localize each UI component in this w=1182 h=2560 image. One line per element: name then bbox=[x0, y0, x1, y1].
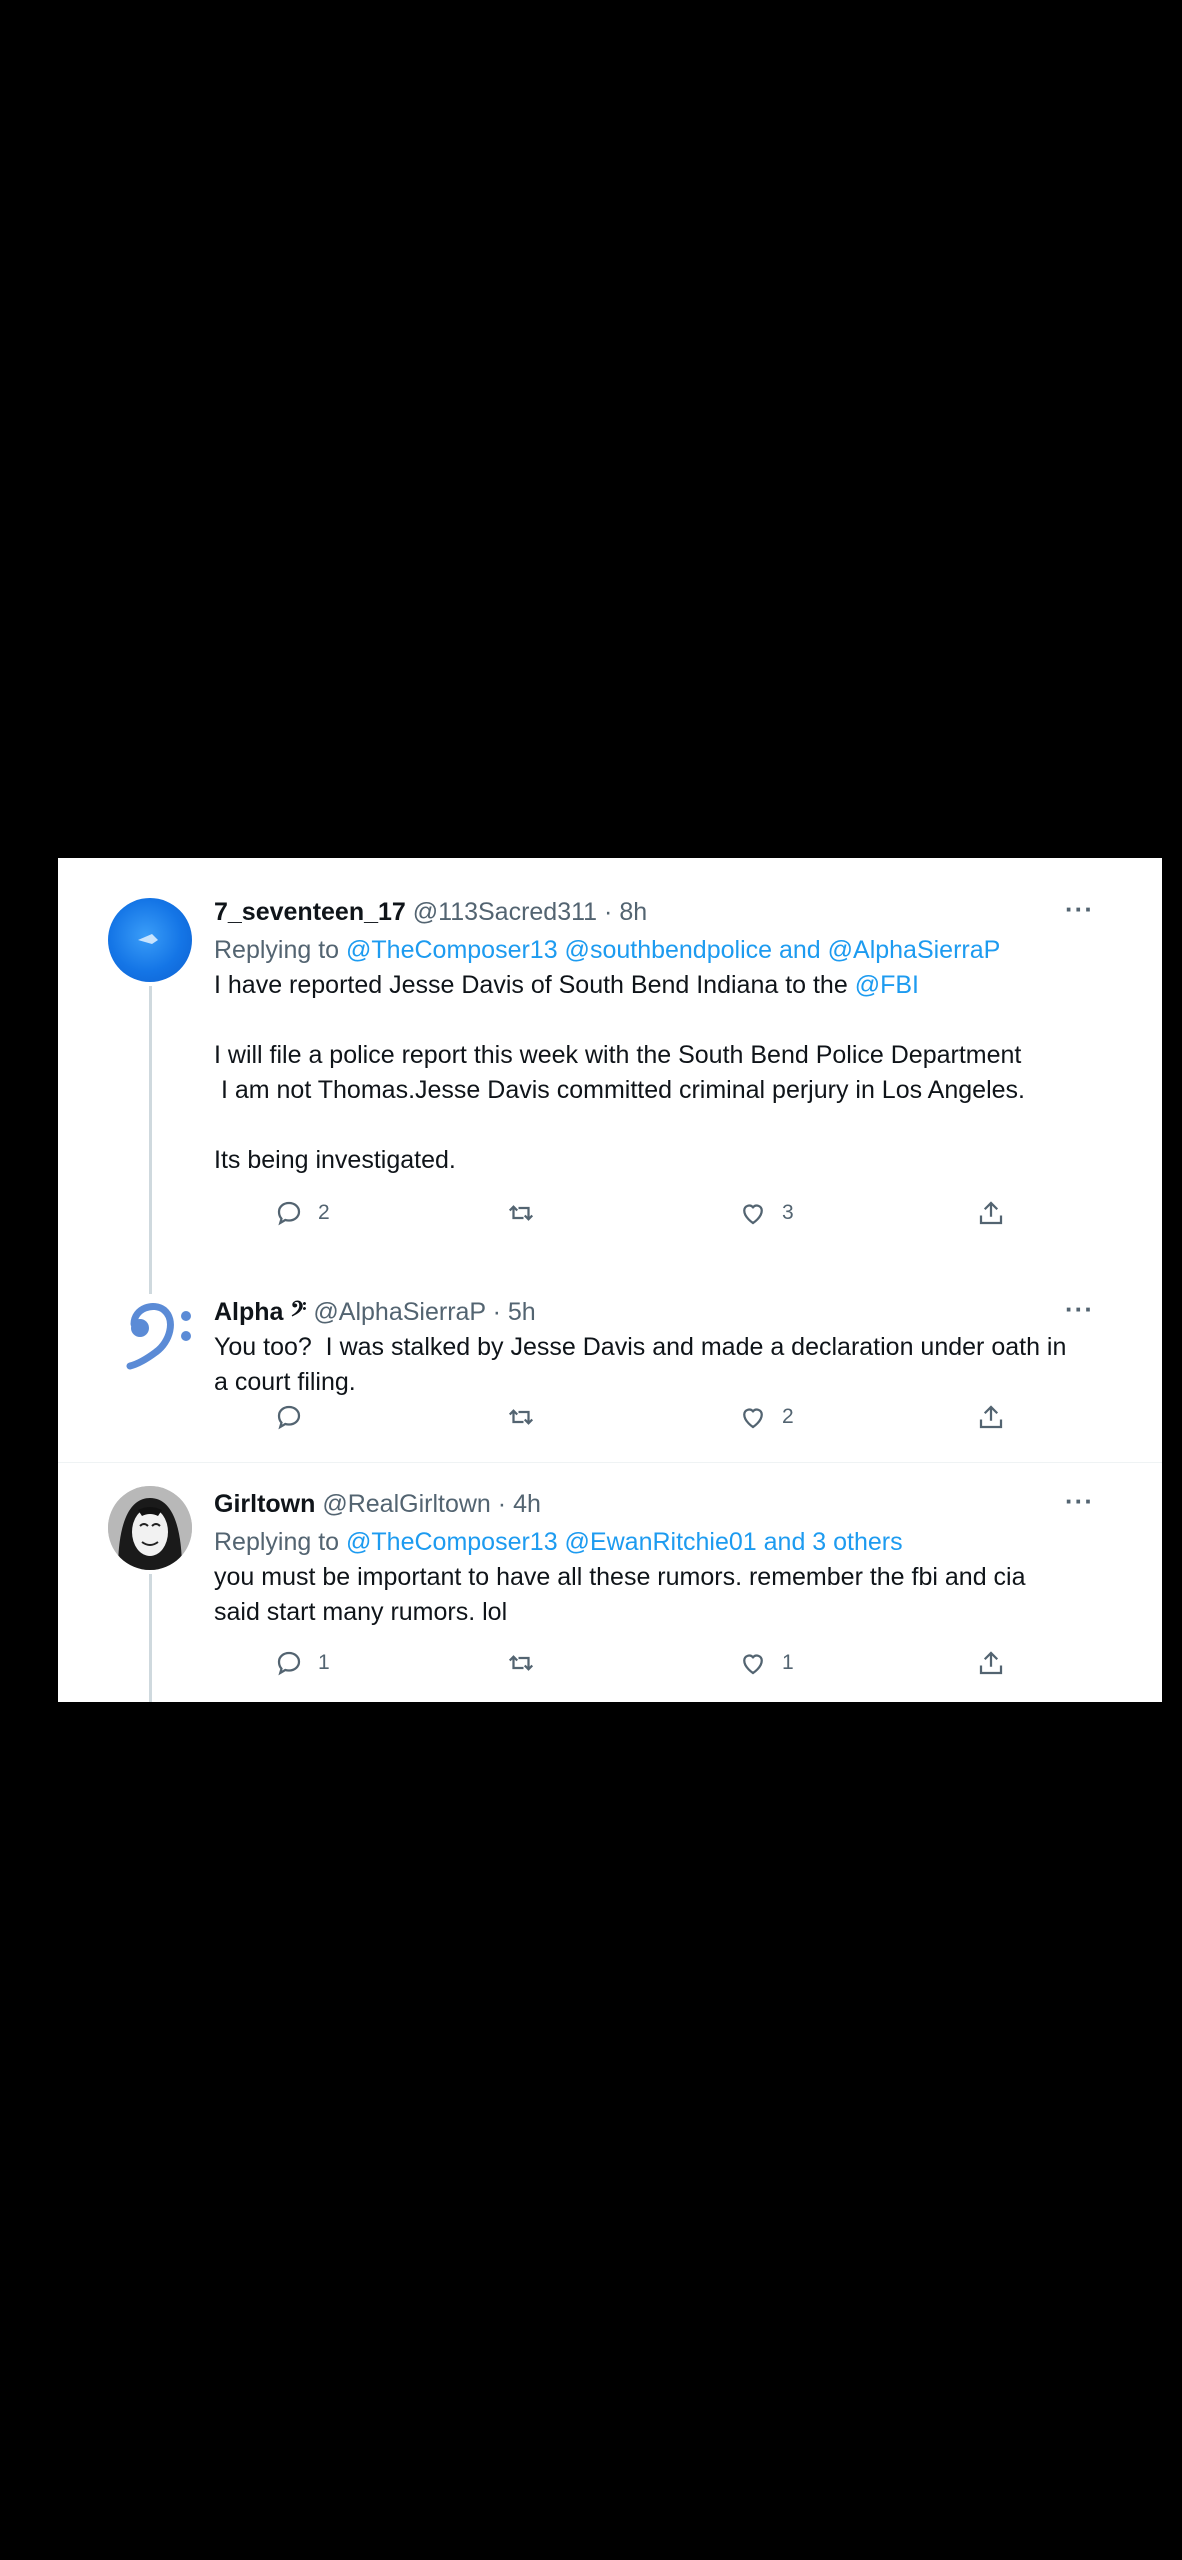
tweet-text-line: you must be important to have all these … bbox=[214, 1563, 1026, 1591]
retweet-button[interactable] bbox=[506, 1198, 550, 1228]
replying-prefix: Replying to bbox=[214, 936, 340, 964]
heart-icon bbox=[743, 1204, 763, 1225]
avatar[interactable] bbox=[116, 1294, 206, 1378]
replying-to-links[interactable]: @TheComposer13 @EwanRitchie01 and 3 othe… bbox=[346, 1528, 903, 1556]
like-button[interactable]: 1 bbox=[738, 1648, 794, 1678]
tweet-text: you must be important to have all these … bbox=[214, 1560, 1154, 1630]
handle[interactable]: @RealGirltown bbox=[322, 1490, 490, 1518]
tweet-thread-card: 7_seventeen_17 @113Sacred311 · 8h ··· Re… bbox=[58, 858, 1162, 1702]
separator: · bbox=[497, 1490, 507, 1518]
reply-icon bbox=[277, 1201, 301, 1226]
reply-icon bbox=[277, 1651, 301, 1676]
tweet-text-line: Its being investigated. bbox=[214, 1146, 456, 1174]
tweet-text-line: I will file a police report this week wi… bbox=[214, 1041, 1022, 1069]
more-options-icon[interactable]: ··· bbox=[1065, 1486, 1094, 1517]
separator: · bbox=[604, 898, 613, 926]
thread-line bbox=[149, 986, 152, 1316]
display-name[interactable]: 7_seventeen_17 bbox=[214, 898, 406, 926]
tweet-text-line: I have reported Jesse Davis of South Ben… bbox=[214, 968, 1154, 1003]
tweet-text-line: said start many rumors. lol bbox=[214, 1598, 508, 1626]
handle[interactable]: @AlphaSierraP bbox=[313, 1298, 485, 1326]
more-options-icon[interactable]: ··· bbox=[1065, 1294, 1094, 1325]
like-count: 2 bbox=[782, 1405, 794, 1428]
tweet-header: Alpha 𝄢 @AlphaSierraP · 5h bbox=[214, 1298, 536, 1327]
reply-count: 1 bbox=[318, 1651, 330, 1674]
share-icon bbox=[979, 1651, 1003, 1675]
reply-button[interactable]: 1 bbox=[274, 1648, 330, 1678]
thread-line bbox=[149, 1574, 152, 1702]
timestamp[interactable]: 8h bbox=[619, 898, 647, 926]
replying-prefix: Replying to bbox=[214, 1528, 340, 1556]
bass-clef-avatar-icon bbox=[126, 1303, 191, 1370]
replying-to: Replying to @TheComposer13 @southbendpol… bbox=[214, 936, 1000, 965]
text-segment: I have reported Jesse Davis of South Ben… bbox=[214, 971, 848, 999]
tweet-actions: 2 bbox=[214, 1402, 1024, 1442]
avatar[interactable] bbox=[108, 1486, 192, 1570]
like-count: 3 bbox=[782, 1201, 794, 1224]
tweet-text-line: a court filing. bbox=[214, 1368, 356, 1396]
separator: · bbox=[492, 1298, 501, 1326]
like-count: 1 bbox=[782, 1651, 794, 1674]
tweet-2[interactable]: Alpha 𝄢 @AlphaSierraP · 5h ··· You too? … bbox=[58, 1278, 1162, 1478]
reply-icon bbox=[277, 1405, 301, 1430]
tweet-header: Girltown @RealGirltown · 4h bbox=[214, 1490, 541, 1519]
share-icon bbox=[979, 1201, 1003, 1225]
retweet-button[interactable] bbox=[506, 1648, 550, 1678]
share-button[interactable] bbox=[976, 1648, 1006, 1678]
mention-link[interactable]: @FBI bbox=[855, 971, 919, 999]
share-button[interactable] bbox=[976, 1402, 1006, 1432]
blue-circle-avatar-icon bbox=[138, 934, 158, 944]
replying-to: Replying to @TheComposer13 @EwanRitchie0… bbox=[214, 1528, 903, 1557]
tweet-text: You too? I was stalked by Jesse Davis an… bbox=[214, 1330, 1154, 1400]
tweet-1[interactable]: 7_seventeen_17 @113Sacred311 · 8h ··· Re… bbox=[58, 858, 1162, 1316]
reply-button[interactable]: 2 bbox=[274, 1198, 330, 1228]
like-button[interactable]: 2 bbox=[738, 1402, 794, 1432]
timestamp[interactable]: 5h bbox=[508, 1298, 536, 1326]
more-options-icon[interactable]: ··· bbox=[1065, 894, 1094, 925]
replying-to-links[interactable]: @TheComposer13 @southbendpolice and @Alp… bbox=[346, 936, 1000, 964]
reply-count: 2 bbox=[318, 1201, 330, 1224]
tweet-actions: 2 3 bbox=[214, 1198, 1024, 1238]
display-name[interactable]: Alpha 𝄢 bbox=[214, 1298, 306, 1326]
share-button[interactable] bbox=[976, 1198, 1006, 1228]
retweet-icon bbox=[508, 1409, 534, 1425]
heart-icon bbox=[743, 1654, 763, 1675]
mask-avatar-icon bbox=[108, 1486, 192, 1570]
like-button[interactable]: 3 bbox=[738, 1198, 794, 1228]
reply-button[interactable] bbox=[274, 1402, 318, 1432]
tweet-actions: 1 1 bbox=[214, 1648, 1024, 1688]
tweet-3[interactable]: Girltown @RealGirltown · 4h ··· Replying… bbox=[58, 1462, 1162, 1702]
tweet-header: 7_seventeen_17 @113Sacred311 · 8h bbox=[214, 898, 647, 927]
retweet-icon bbox=[508, 1205, 534, 1221]
heart-icon bbox=[743, 1408, 763, 1429]
tweet-text-line: I am not Thomas.Jesse Davis committed cr… bbox=[214, 1076, 1025, 1104]
handle[interactable]: @113Sacred311 bbox=[413, 898, 597, 926]
timestamp[interactable]: 4h bbox=[513, 1490, 541, 1518]
tweet-text-line: You too? I was stalked by Jesse Davis an… bbox=[214, 1333, 1067, 1361]
avatar[interactable] bbox=[108, 898, 192, 982]
share-icon bbox=[979, 1405, 1003, 1429]
tweet-text: I have reported Jesse Davis of South Ben… bbox=[214, 968, 1154, 1178]
retweet-button[interactable] bbox=[506, 1402, 550, 1432]
display-name[interactable]: Girltown bbox=[214, 1490, 315, 1518]
retweet-icon bbox=[508, 1655, 534, 1671]
